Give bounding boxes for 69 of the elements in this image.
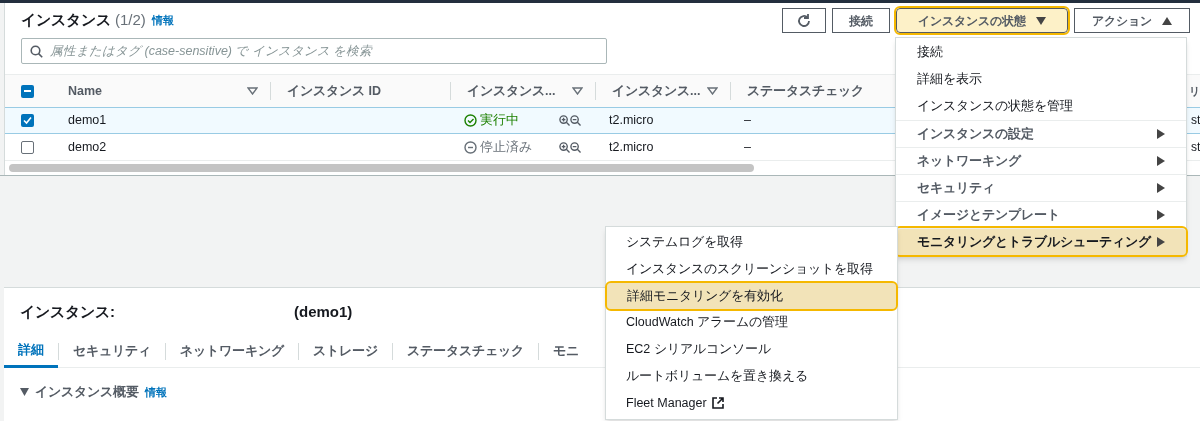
zoom-in-icon[interactable] bbox=[559, 115, 570, 126]
column-header[interactable]: インスタンス... bbox=[612, 81, 701, 101]
section-title: インスタンス概要 bbox=[35, 383, 139, 401]
checkbox[interactable] bbox=[21, 84, 34, 98]
menu-item[interactable]: ルートボリュームを置き換える bbox=[606, 363, 897, 390]
zoom-out-icon[interactable] bbox=[570, 141, 581, 153]
tab[interactable]: ネットワーキング bbox=[166, 335, 298, 368]
info-link[interactable]: 情報 bbox=[145, 383, 167, 401]
sort-icon[interactable] bbox=[707, 87, 718, 95]
checkbox[interactable] bbox=[21, 140, 34, 154]
table-cell: st bbox=[1191, 113, 1200, 128]
menu-item[interactable]: インスタンスの設定 bbox=[896, 120, 1186, 147]
dropdown-button[interactable]: アクション bbox=[1074, 8, 1190, 33]
table-cell: t2.micro bbox=[609, 113, 654, 128]
search-icon bbox=[30, 45, 43, 58]
table-cell: st bbox=[1191, 139, 1200, 154]
menu-item[interactable]: Fleet Manager bbox=[606, 389, 897, 417]
checkbox[interactable] bbox=[21, 114, 34, 127]
column-header[interactable]: Name bbox=[68, 81, 103, 101]
check-circle-icon bbox=[464, 114, 477, 127]
column-header[interactable]: インスタンス... bbox=[467, 81, 556, 101]
search-field[interactable]: 属性またはタグ (case-sensitive) で インスタンス を検索 bbox=[21, 38, 607, 64]
table-cell: t2.micro bbox=[609, 139, 654, 154]
minus-circle-icon bbox=[464, 140, 477, 154]
tab[interactable]: 詳細 bbox=[4, 335, 58, 368]
menu-item[interactable]: 接続 bbox=[896, 39, 1186, 66]
menu-item[interactable]: モニタリングとトラブルシューティング bbox=[896, 228, 1186, 255]
caret-icon bbox=[1157, 210, 1165, 220]
status-text: 停止済み bbox=[480, 138, 532, 156]
scrollbar[interactable] bbox=[9, 164, 754, 172]
table-cell: – bbox=[744, 139, 751, 154]
details-title: インスタンス: bbox=[20, 301, 116, 322]
external-link-icon bbox=[711, 397, 724, 410]
tab[interactable]: モニ bbox=[539, 335, 593, 368]
menu-item[interactable]: システムログを取得 bbox=[606, 229, 897, 256]
zoom-in-icon[interactable] bbox=[559, 141, 570, 153]
refresh-button[interactable] bbox=[782, 8, 826, 33]
connect-button[interactable]: 接続 bbox=[832, 8, 890, 33]
menu-item[interactable]: 詳細を表示 bbox=[896, 66, 1186, 93]
sort-icon[interactable] bbox=[247, 87, 258, 95]
table-cell: – bbox=[744, 113, 751, 128]
instance-count: (1/2) bbox=[115, 10, 146, 31]
column-header[interactable]: インスタンス ID bbox=[287, 81, 381, 101]
menu-item[interactable]: セキュリティ bbox=[896, 174, 1186, 201]
table-cell: demo2 bbox=[68, 139, 107, 154]
sort-icon[interactable] bbox=[572, 87, 583, 95]
menu-item[interactable]: 詳細モニタリングを有効化 bbox=[607, 282, 896, 310]
menu-item[interactable]: インスタンスのスクリーンショットを取得 bbox=[606, 255, 897, 283]
column-header[interactable]: リ bbox=[1189, 82, 1200, 100]
caret-icon bbox=[1157, 183, 1165, 193]
caret-icon bbox=[1157, 129, 1165, 139]
expand-caret-icon[interactable] bbox=[20, 388, 29, 396]
table-cell: demo1 bbox=[68, 113, 107, 128]
column-header[interactable]: ステータスチェック bbox=[747, 81, 864, 101]
info-link[interactable]: 情報 bbox=[151, 12, 174, 29]
tab[interactable]: ストレージ bbox=[299, 335, 392, 368]
caret-icon bbox=[1157, 237, 1165, 247]
menu-item[interactable]: EC2 シリアルコンソール bbox=[606, 336, 897, 363]
tab[interactable]: セキュリティ bbox=[59, 335, 165, 368]
instance-name: (demo1) bbox=[294, 301, 353, 322]
status-text: 実行中 bbox=[480, 112, 519, 130]
tab[interactable]: ステータスチェック bbox=[393, 335, 538, 368]
dropdown-button[interactable]: インスタンスの状態 bbox=[896, 8, 1068, 33]
page-title: インスタンス bbox=[21, 10, 111, 31]
refresh-icon bbox=[796, 12, 812, 29]
menu-item[interactable]: ネットワーキング bbox=[896, 147, 1186, 174]
menu-item[interactable]: CloudWatch アラームの管理 bbox=[606, 309, 897, 337]
caret-icon bbox=[1157, 156, 1165, 166]
zoom-out-icon[interactable] bbox=[570, 115, 581, 126]
